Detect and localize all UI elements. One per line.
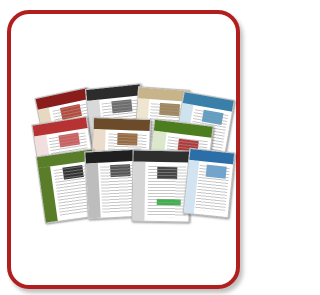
webpage-thumbnail-11 <box>182 147 236 219</box>
webpage-thumbnail-10 <box>131 149 191 223</box>
website-collage <box>0 0 246 295</box>
